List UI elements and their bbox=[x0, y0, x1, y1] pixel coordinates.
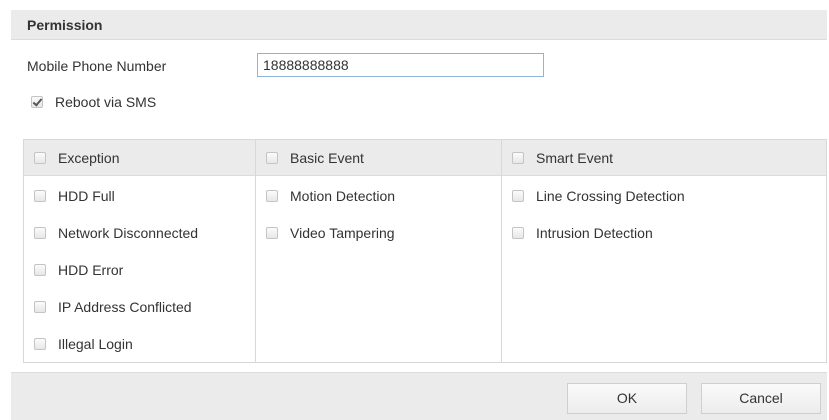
reboot-via-sms-checkbox[interactable] bbox=[31, 96, 43, 108]
list-item[interactable]: Line Crossing Detection bbox=[502, 177, 826, 214]
list-item[interactable]: HDD Full bbox=[24, 177, 255, 214]
select-all-smart-event-checkbox[interactable] bbox=[512, 151, 524, 164]
hdd-full-checkbox[interactable] bbox=[34, 189, 46, 202]
video-tampering-checkbox[interactable] bbox=[266, 226, 278, 239]
item-label: HDD Full bbox=[58, 187, 115, 204]
column-exception: Exception HDD Full Network Disconnected … bbox=[24, 140, 256, 362]
hdd-error-checkbox[interactable] bbox=[34, 263, 46, 276]
item-label: IP Address Conflicted bbox=[58, 298, 192, 315]
column-header-smart-event[interactable]: Smart Event bbox=[502, 140, 826, 176]
select-all-exception-checkbox[interactable] bbox=[34, 151, 46, 164]
section-title: Permission bbox=[27, 17, 103, 33]
list-item[interactable]: Illegal Login bbox=[24, 325, 255, 362]
mobile-phone-label: Mobile Phone Number bbox=[27, 58, 167, 74]
list-item[interactable]: IP Address Conflicted bbox=[24, 288, 255, 325]
list-item[interactable]: Video Tampering bbox=[256, 214, 501, 251]
mobile-phone-input[interactable] bbox=[257, 53, 544, 77]
intrusion-detection-checkbox[interactable] bbox=[512, 226, 524, 239]
list-item[interactable]: Intrusion Detection bbox=[502, 214, 826, 251]
list-item[interactable]: Network Disconnected bbox=[24, 214, 255, 251]
illegal-login-checkbox[interactable] bbox=[34, 337, 46, 350]
item-label: Intrusion Detection bbox=[536, 224, 653, 241]
cancel-button[interactable]: Cancel bbox=[701, 383, 821, 414]
item-label: Illegal Login bbox=[58, 335, 133, 352]
ip-address-conflicted-checkbox[interactable] bbox=[34, 300, 46, 313]
motion-detection-checkbox[interactable] bbox=[266, 189, 278, 202]
column-basic-event: Basic Event Motion Detection Video Tampe… bbox=[256, 140, 502, 362]
event-permissions-table: Exception HDD Full Network Disconnected … bbox=[23, 139, 827, 363]
item-label: Motion Detection bbox=[290, 187, 396, 204]
column-header-exception[interactable]: Exception bbox=[24, 140, 255, 176]
column-title: Smart Event bbox=[536, 149, 614, 166]
column-smart-event: Smart Event Line Crossing Detection Intr… bbox=[502, 140, 826, 362]
dialog-footer: OK Cancel bbox=[11, 372, 827, 420]
permission-header: Permission bbox=[11, 10, 827, 40]
column-header-basic-event[interactable]: Basic Event bbox=[256, 140, 501, 176]
list-item[interactable]: Motion Detection bbox=[256, 177, 501, 214]
item-label: Video Tampering bbox=[290, 224, 395, 241]
item-label: Network Disconnected bbox=[58, 224, 199, 241]
item-label: Line Crossing Detection bbox=[536, 187, 685, 204]
column-title: Basic Event bbox=[290, 149, 364, 166]
network-disconnected-checkbox[interactable] bbox=[34, 226, 46, 239]
reboot-via-sms-label: Reboot via SMS bbox=[55, 94, 157, 110]
list-item[interactable]: HDD Error bbox=[24, 251, 255, 288]
item-label: HDD Error bbox=[58, 261, 124, 278]
permission-dialog: Permission Mobile Phone Number Reboot vi… bbox=[0, 0, 829, 420]
reboot-via-sms-option[interactable]: Reboot via SMS bbox=[31, 94, 156, 110]
line-crossing-detection-checkbox[interactable] bbox=[512, 189, 524, 202]
ok-button[interactable]: OK bbox=[567, 383, 687, 414]
column-title: Exception bbox=[58, 149, 120, 166]
select-all-basic-event-checkbox[interactable] bbox=[266, 151, 278, 164]
